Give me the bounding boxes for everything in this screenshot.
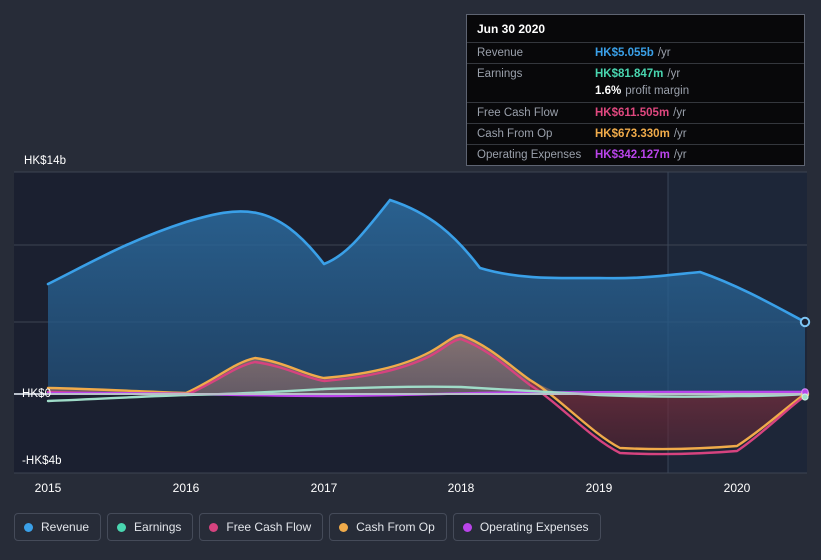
tooltip-key-revenue: Revenue [477, 47, 524, 59]
y-axis-label-zero: HK$0 [22, 388, 52, 400]
chart-legend: Revenue Earnings Free Cash Flow Cash Fro… [14, 513, 601, 541]
legend-item-earnings[interactable]: Earnings [107, 513, 194, 541]
x-axis-label-2017: 2017 [310, 481, 338, 495]
legend-dot-revenue-icon [24, 522, 33, 532]
legend-label-operating-expenses: Operating Expenses [479, 520, 589, 534]
tooltip-label-profit-margin: profit margin [625, 85, 690, 97]
legend-dot-free-cash-flow-icon [209, 522, 219, 532]
tooltip-row-revenue: Revenue HK$5.055b /yr [467, 42, 804, 63]
revenue-endpoint-marker [799, 316, 811, 328]
tooltip-value-cash-from-op: HK$673.330m [595, 128, 670, 140]
tooltip-row-operating-expenses: Operating Expenses HK$342.127m /yr [467, 144, 804, 165]
tooltip-key-cash-from-op: Cash From Op [477, 128, 553, 140]
tooltip-date: Jun 30 2020 [477, 22, 546, 36]
tooltip-suffix-earnings: /yr [667, 68, 681, 80]
x-axis-label-2016: 2016 [172, 481, 200, 495]
legend-label-earnings: Earnings [134, 520, 182, 534]
legend-dot-earnings-icon [117, 522, 127, 532]
legend-label-free-cash-flow: Free Cash Flow [226, 520, 312, 534]
financial-chart-page: HK$14b HK$0 -HK$4b 2015 2016 2017 2018 2… [0, 0, 821, 560]
legend-label-cash-from-op: Cash From Op [356, 520, 435, 534]
legend-dot-operating-expenses-icon [462, 522, 472, 532]
tooltip-value-free-cash-flow: HK$611.505m [595, 107, 670, 119]
x-axis-label-2020: 2020 [723, 481, 751, 495]
tooltip-key-earnings: Earnings [477, 68, 523, 80]
tooltip-value-profit-margin: 1.6% [595, 85, 622, 97]
legend-item-free-cash-flow[interactable]: Free Cash Flow [199, 513, 324, 541]
tooltip-suffix-free-cash-flow: /yr [673, 107, 686, 119]
legend-label-revenue: Revenue [41, 520, 90, 534]
tooltip-row-free-cash-flow: Free Cash Flow HK$611.505m /yr [467, 102, 804, 123]
tooltip-suffix-revenue: /yr [657, 47, 671, 59]
tooltip-row-profit-margin: 1.6% profit margin [467, 84, 804, 102]
x-axis-label-2019: 2019 [585, 481, 613, 495]
tooltip-suffix-cash-from-op: /yr [673, 128, 687, 140]
tooltip-row-earnings: Earnings HK$81.847m /yr [467, 63, 804, 84]
legend-item-cash-from-op[interactable]: Cash From Op [329, 513, 447, 541]
tooltip-value-earnings: HK$81.847m [595, 68, 664, 80]
tooltip-value-revenue: HK$5.055b [595, 47, 654, 59]
data-point-tooltip: Jun 30 2020 Revenue HK$5.055b /yr Earnin… [466, 14, 805, 166]
x-axis-label-2018: 2018 [447, 481, 475, 495]
tooltip-suffix-operating-expenses: /yr [673, 149, 687, 161]
legend-item-revenue[interactable]: Revenue [14, 513, 102, 541]
earnings-endpoint-marker [801, 393, 809, 401]
legend-dot-cash-from-op-icon [339, 522, 349, 532]
tooltip-key-free-cash-flow: Free Cash Flow [477, 107, 559, 119]
tooltip-value-operating-expenses: HK$342.127m [595, 149, 670, 161]
tooltip-row-cash-from-op: Cash From Op HK$673.330m /yr [467, 123, 804, 144]
y-axis-label-bottom: -HK$4b [22, 455, 62, 467]
y-axis-label-top: HK$14b [24, 155, 67, 167]
legend-item-operating-expenses[interactable]: Operating Expenses [452, 513, 601, 541]
x-axis-label-2015: 2015 [34, 481, 62, 495]
tooltip-key-operating-expenses: Operating Expenses [477, 149, 582, 161]
